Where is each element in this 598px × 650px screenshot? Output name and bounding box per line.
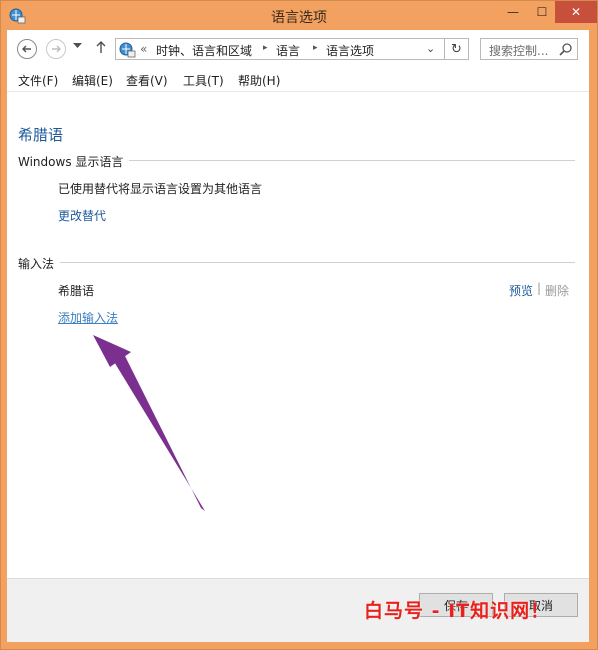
navigation-bar: « 时钟、语言和区域 ▸ 语言 ▸ 语言选项 ⌄ ↻ 搜索控制...: [7, 30, 589, 68]
delete-link: 删除: [545, 284, 570, 298]
breadcrumb-language[interactable]: 语言: [276, 42, 300, 59]
search-placeholder: 搜索控制...: [489, 44, 549, 58]
minimize-button[interactable]: —: [499, 1, 527, 23]
maximize-button[interactable]: ☐: [528, 1, 556, 23]
search-icon[interactable]: [559, 42, 573, 56]
input-method-name: 希腊语: [58, 284, 95, 298]
refresh-icon[interactable]: ↻: [445, 38, 469, 60]
display-language-status: 已使用替代将显示语言设置为其他语言: [58, 182, 263, 196]
watermark-text: 白马号 - IT知识网！: [364, 600, 551, 622]
breadcrumb-arrow-icon[interactable]: ▸: [263, 43, 268, 53]
link-separator: |: [537, 281, 542, 295]
content-pane: 希腊语 Windows 显示语言 已使用替代将显示语言设置为其他语言 更改替代 …: [7, 92, 589, 578]
page-title: 希腊语: [18, 126, 64, 144]
display-language-header: Windows 显示语言: [18, 153, 130, 170]
up-arrow-icon[interactable]: [95, 40, 107, 58]
forward-arrow-icon[interactable]: [46, 39, 66, 59]
menu-tools[interactable]: 工具(T): [183, 72, 224, 89]
menu-file[interactable]: 文件(F): [18, 72, 58, 89]
add-input-method-link[interactable]: 添加输入法: [58, 309, 118, 326]
title-bar: 语言选项 — ☐ ✕: [1, 1, 597, 31]
address-overflow[interactable]: «: [140, 42, 147, 56]
change-override-link[interactable]: 更改替代: [58, 207, 106, 224]
control-panel-icon: [119, 42, 136, 58]
dropdown-icon[interactable]: ⌄: [426, 42, 435, 55]
breadcrumb-arrow-icon[interactable]: ▸: [313, 43, 318, 53]
recent-pages-icon[interactable]: [73, 42, 82, 52]
search-input[interactable]: 搜索控制...: [480, 38, 578, 60]
address-bar[interactable]: « 时钟、语言和区域 ▸ 语言 ▸ 语言选项 ⌄: [115, 38, 445, 60]
preview-link[interactable]: 预览: [509, 282, 533, 299]
back-arrow-icon[interactable]: [17, 39, 37, 59]
breadcrumb-language-options[interactable]: 语言选项: [326, 42, 374, 59]
section-divider: [18, 262, 575, 263]
menu-edit[interactable]: 编辑(E): [72, 72, 113, 89]
menu-bar: 文件(F) 编辑(E) 查看(V) 工具(T) 帮助(H): [7, 68, 589, 92]
close-button[interactable]: ✕: [555, 1, 597, 23]
input-method-header: 输入法: [18, 255, 61, 272]
menu-help[interactable]: 帮助(H): [238, 72, 280, 89]
menu-view[interactable]: 查看(V): [126, 72, 168, 89]
breadcrumb-clock-language-region[interactable]: 时钟、语言和区域: [156, 42, 252, 59]
